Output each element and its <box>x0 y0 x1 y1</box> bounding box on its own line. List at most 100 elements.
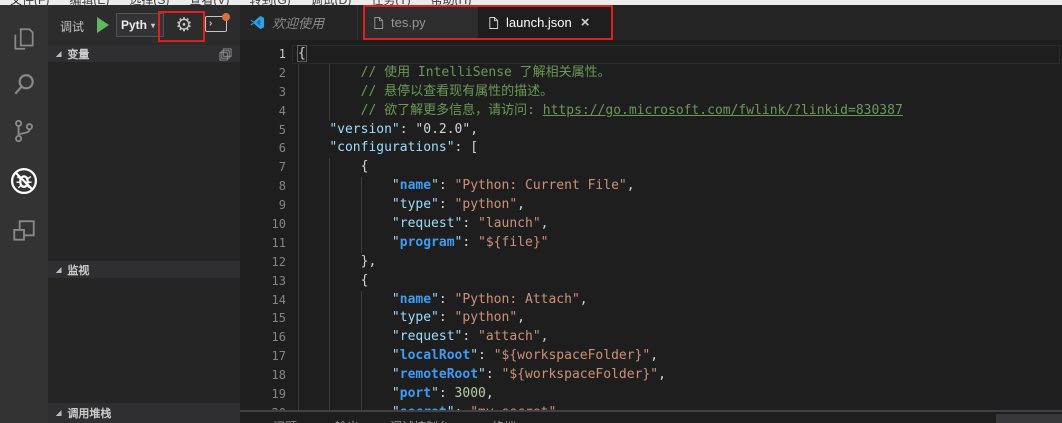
code-line[interactable]: 6 "configurations": [ <box>240 139 1062 158</box>
panel-tab[interactable]: 终端 <box>492 418 516 423</box>
activity-bar <box>0 5 48 423</box>
line-number: 18 <box>271 368 286 383</box>
code-line[interactable]: 8 "name": "Python: Current File", <box>240 177 1062 196</box>
code-token: , <box>626 178 635 194</box>
code-token: "${file}" <box>478 234 549 250</box>
code-token: }, <box>360 253 377 269</box>
indent-guide <box>329 158 331 410</box>
code-token: " <box>478 367 486 383</box>
code-line[interactable]: 1{ <box>240 45 1062 64</box>
code-token: , <box>517 310 525 326</box>
code-token: : <box>438 386 455 402</box>
twistie-icon: ◢ <box>56 50 62 58</box>
panel-tab[interactable]: 输出 <box>335 418 359 423</box>
indent-guide <box>360 177 362 253</box>
code-line[interactable]: 18 "remoteRoot": "${workspaceFolder}", <box>240 366 1062 385</box>
code-token: : <box>438 197 455 213</box>
code-line[interactable]: 15 "type": "python", <box>240 309 1062 328</box>
panel-tab[interactable]: 问题 <box>273 418 297 423</box>
code-line[interactable]: 19 "port": 3000, <box>240 385 1062 404</box>
line-content: { <box>298 158 369 177</box>
explorer-icon[interactable] <box>0 19 48 59</box>
twistie-icon: ◢ <box>56 266 62 274</box>
code-line[interactable]: 5 "version": "0.2.0", <box>240 121 1062 140</box>
code-token: { <box>360 159 369 175</box>
start-debug-button[interactable] <box>97 17 109 33</box>
code-token: , <box>470 121 479 137</box>
indent-guide <box>329 63 331 121</box>
panel-scrollbar[interactable] <box>996 414 1062 423</box>
debug-config-dropdown[interactable]: Pyth ▾ <box>116 13 164 37</box>
panel-tab[interactable]: 调试控制台 <box>390 418 450 423</box>
code-line[interactable]: 16 "request": "attach", <box>240 328 1062 347</box>
line-number: 9 <box>278 198 286 213</box>
code-token: , <box>650 348 659 364</box>
code-token: "type" <box>391 197 439 213</box>
code-line[interactable]: 10 "request": "launch", <box>240 215 1062 234</box>
line-number: 6 <box>278 141 286 156</box>
variables-section-header[interactable]: ◢ 变量 <box>48 45 240 62</box>
code-line[interactable]: 9 "type": "python", <box>240 196 1062 215</box>
extensions-icon[interactable] <box>0 211 48 251</box>
code-token: , <box>540 216 549 232</box>
collapse-all-icon[interactable] <box>219 48 232 61</box>
line-content: "version": "0.2.0", <box>298 121 478 140</box>
line-content: { <box>298 272 369 291</box>
indent-guide <box>360 290 362 410</box>
code-token: program <box>399 234 455 250</box>
code-line[interactable]: 11 "program": "${file}" <box>240 234 1062 253</box>
code-line[interactable]: 12 }, <box>240 253 1062 272</box>
code-token: , <box>658 367 666 383</box>
twistie-icon: ◢ <box>56 410 62 417</box>
debug-sidebar: 调试 Pyth ▾ ⚙ › ◢ 变量 ◢ 监视 ◢ 调用堆栈 <box>48 5 240 423</box>
line-content: "request": "attach", <box>298 328 549 347</box>
tab-welcome[interactable]: 欢迎使用 <box>240 5 358 40</box>
code-token: "type" <box>391 310 439 326</box>
source-control-icon[interactable] <box>0 111 48 151</box>
line-number: 11 <box>271 235 286 250</box>
code-token: "configurations" <box>329 140 455 156</box>
callstack-section-header[interactable]: ◢ 调用堆栈 <box>48 403 240 423</box>
code-token: " <box>391 291 400 307</box>
code-token: "launch" <box>478 216 541 232</box>
code-token: // 欲了解更多信息，请访问: <box>360 102 543 118</box>
code-link[interactable]: https://go.microsoft.com/fwlink/?linkid=… <box>543 103 903 118</box>
bottom-panel: 问题 输出 调试控制台 终端 <box>240 412 1062 423</box>
code-token: : <box>438 291 455 307</box>
code-token: name <box>399 178 432 194</box>
line-number: 7 <box>278 160 286 175</box>
code-token: " <box>431 291 439 307</box>
code-token: : <box>462 234 479 250</box>
code-line[interactable]: 4 // 欲了解更多信息，请访问: https://go.microsoft.c… <box>240 102 1062 121</box>
line-number: 19 <box>271 387 286 402</box>
line-content: "type": "python", <box>298 196 525 215</box>
vscode-window: 文件(F)编辑(E)选择(S)查看(V)转到(G)调试(D)任务(T)帮助(H) <box>0 0 1062 423</box>
code-line[interactable]: 2 // 使用 IntelliSense 了解相关属性。 <box>240 64 1062 83</box>
line-content: "name": "Python: Current File", <box>298 177 635 196</box>
line-number: 3 <box>278 84 286 99</box>
vscode-logo-icon <box>250 15 265 30</box>
watch-section-header[interactable]: ◢ 监视 <box>48 261 240 278</box>
code-token: "Python: Current File" <box>454 178 627 194</box>
debug-icon[interactable] <box>0 161 48 201</box>
code-token: " <box>431 386 439 402</box>
code-line[interactable]: 7 { <box>240 158 1062 177</box>
code-token: " <box>391 367 400 383</box>
code-line[interactable]: 14 "name": "Python: Attach", <box>240 291 1062 310</box>
code-token: "python" <box>454 197 518 213</box>
code-line[interactable]: 13 { <box>240 272 1062 291</box>
code-editor[interactable]: 1{2 // 使用 IntelliSense 了解相关属性。 3 // 悬停以查看… <box>240 40 1062 410</box>
code-token: " <box>391 178 400 194</box>
line-number: 1 <box>278 47 286 61</box>
search-icon[interactable] <box>0 65 48 105</box>
line-content: "request": "launch", <box>298 215 549 234</box>
line-content: // 使用 IntelliSense 了解相关属性。 <box>298 64 611 83</box>
code-token: "request" <box>391 216 463 232</box>
code-line[interactable]: 17 "localRoot": "${workspaceFolder}", <box>240 347 1062 366</box>
debug-console-icon[interactable]: › <box>205 13 230 32</box>
line-number: 16 <box>271 330 286 345</box>
code-line[interactable]: 3 // 悬停以查看现有属性的描述。 <box>240 83 1062 102</box>
code-token: : <box>462 329 479 345</box>
line-number: 4 <box>278 103 286 118</box>
code-token: : <box>478 348 494 364</box>
